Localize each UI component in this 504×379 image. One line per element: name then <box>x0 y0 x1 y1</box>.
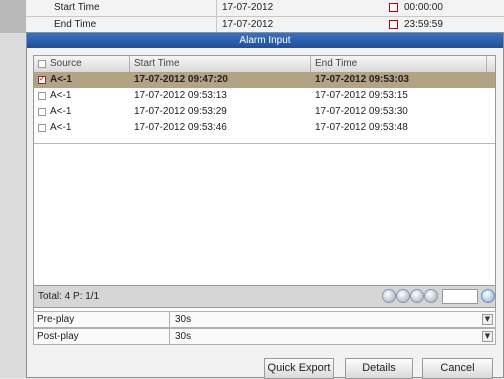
column-separator <box>310 56 311 72</box>
chevron-down-icon[interactable]: ▼ <box>482 314 493 325</box>
list-header: Source Start Time End Time <box>34 56 495 73</box>
row-start-time: 17-07-2012 09:47:20 <box>134 74 228 85</box>
pager-bar: Total: 4 P: 1/1 <box>33 285 496 308</box>
end-time-field[interactable]: 23:59:59 <box>404 19 443 30</box>
start-time-field[interactable]: 00:00:00 <box>404 2 443 13</box>
calendar-icon[interactable] <box>389 3 398 12</box>
column-start-time[interactable]: Start Time <box>134 58 180 69</box>
pre-play-field[interactable]: Pre-play 30s ▼ <box>33 311 496 328</box>
end-time-label: End Time <box>54 19 97 30</box>
calendar-icon[interactable] <box>389 20 398 29</box>
start-time-label: Start Time <box>54 2 100 13</box>
row-source: A<-1 <box>50 106 72 117</box>
row-start-time: 17-07-2012 09:53:13 <box>134 90 227 101</box>
row-start-time: 17-07-2012 09:53:29 <box>134 106 227 117</box>
post-play-value[interactable]: 30s <box>175 331 191 342</box>
table-row[interactable]: A<-1 17-07-2012 09:53:46 17-07-2012 09:5… <box>34 120 495 136</box>
chevron-down-icon[interactable]: ▼ <box>482 331 493 342</box>
dialog-title: Alarm Input <box>27 33 503 48</box>
end-date-field[interactable]: 17-07-2012 <box>222 19 273 30</box>
column-separator <box>129 56 130 72</box>
start-time-row: Start Time 17-07-2012 00:00:00 <box>26 0 504 17</box>
list-divider <box>34 143 495 144</box>
field-separator <box>169 329 170 344</box>
table-row[interactable]: A<-1 17-07-2012 09:47:20 17-07-2012 09:5… <box>34 72 495 88</box>
table-row[interactable]: A<-1 17-07-2012 09:53:29 17-07-2012 09:5… <box>34 104 495 120</box>
row-start-time: 17-07-2012 09:53:46 <box>134 122 227 133</box>
post-play-label: Post-play <box>37 331 79 342</box>
page-number-input[interactable] <box>442 289 478 304</box>
select-all-checkbox[interactable] <box>38 60 46 68</box>
start-date-field[interactable]: 17-07-2012 <box>222 2 273 13</box>
alarm-list: Source Start Time End Time A<-1 17-07-20… <box>33 55 496 312</box>
row-end-time: 17-07-2012 09:53:15 <box>315 90 408 101</box>
row-checkbox[interactable] <box>38 124 46 132</box>
go-page-icon[interactable] <box>481 289 495 303</box>
row-source: A<-1 <box>50 122 72 133</box>
table-row[interactable]: A<-1 17-07-2012 09:53:13 17-07-2012 09:5… <box>34 88 495 104</box>
field-separator <box>169 312 170 327</box>
pre-play-label: Pre-play <box>37 314 75 325</box>
total-count-text: Total: 4 P: 1/1 <box>38 291 100 302</box>
next-page-icon[interactable] <box>410 289 424 303</box>
row-checkbox[interactable] <box>38 92 46 100</box>
prev-page-icon[interactable] <box>396 289 410 303</box>
row-source: A<-1 <box>50 74 72 85</box>
row-checkbox[interactable] <box>38 108 46 116</box>
quick-export-button[interactable]: Quick Export <box>264 358 334 379</box>
column-source[interactable]: Source <box>50 58 82 69</box>
row-end-time: 17-07-2012 09:53:03 <box>315 74 409 85</box>
column-separator <box>486 56 487 72</box>
details-button[interactable]: Details <box>345 358 413 379</box>
left-panel <box>0 0 26 378</box>
last-page-icon[interactable] <box>424 289 438 303</box>
left-tab[interactable] <box>0 0 26 33</box>
pre-play-value[interactable]: 30s <box>175 314 191 325</box>
search-form: Start Time 17-07-2012 00:00:00 End Time … <box>26 0 504 34</box>
row-end-time: 17-07-2012 09:53:48 <box>315 122 408 133</box>
row-end-time: 17-07-2012 09:53:30 <box>315 106 408 117</box>
cancel-button[interactable]: Cancel <box>422 358 493 379</box>
post-play-field[interactable]: Post-play 30s ▼ <box>33 328 496 345</box>
column-end-time[interactable]: End Time <box>315 58 357 69</box>
first-page-icon[interactable] <box>382 289 396 303</box>
alarm-input-dialog: Alarm Input Source Start Time End Time A… <box>26 32 504 379</box>
row-checkbox[interactable] <box>38 74 46 84</box>
row-source: A<-1 <box>50 90 72 101</box>
